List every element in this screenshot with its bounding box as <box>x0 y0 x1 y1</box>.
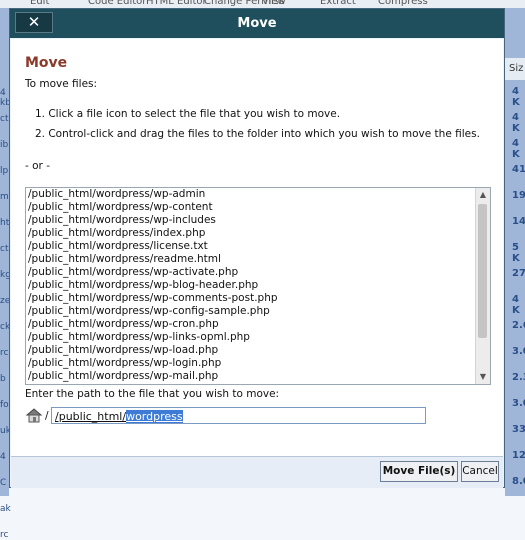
background-file-size: 3.0 <box>512 346 525 357</box>
background-file-name[interactable]: ct <box>0 244 8 254</box>
background-file-name[interactable]: ht <box>0 218 9 228</box>
background-file-size: 4 K <box>512 294 520 316</box>
background-file-size: 4 K <box>512 138 520 160</box>
file-list-item[interactable]: /public_html/wordpress/index.php <box>28 227 474 240</box>
home-icon[interactable] <box>25 406 43 424</box>
file-list-item[interactable]: /public_html/wordpress/wp-config-sample.… <box>28 305 474 318</box>
background-file-name[interactable]: rc <box>0 348 8 358</box>
file-list-item[interactable]: /public_html/wordpress/wp-mail.php <box>28 370 474 383</box>
file-list-scrollbar[interactable]: ▲ ▼ <box>475 188 490 384</box>
file-list-item[interactable]: /public_html/wordpress/wp-content <box>28 201 474 214</box>
dialog-heading: Move <box>25 55 68 71</box>
file-list[interactable]: /public_html/wordpress/wp-admin/public_h… <box>25 187 491 385</box>
cancel-button[interactable]: Cancel <box>461 461 499 482</box>
background-file-name[interactable]: 4 <box>0 452 6 462</box>
background-toolbar-item[interactable]: Code Editor <box>88 0 146 7</box>
scroll-down-arrow-icon[interactable]: ▼ <box>476 370 490 384</box>
file-list-item[interactable]: /public_html/wordpress/wp-cron.php <box>28 318 474 331</box>
path-root-slash: / <box>45 410 49 422</box>
dialog-title: Move <box>237 16 277 31</box>
background-toolbar-item[interactable]: View <box>262 0 286 7</box>
file-list-items: /public_html/wordpress/wp-admin/public_h… <box>28 188 474 384</box>
move-dialog: Move ✕ Move To move files: 1. Click a fi… <box>9 8 505 488</box>
background-file-size: 12 <box>512 450 525 461</box>
dialog-footer: Move File(s) Cancel <box>11 456 503 488</box>
background-file-name[interactable]: lp <box>0 166 8 176</box>
file-list-item[interactable]: /public_html/wordpress/wp-links-opml.php <box>28 331 474 344</box>
file-list-item[interactable]: /public_html/wordpress/wp-blog-header.ph… <box>28 279 474 292</box>
background-file-size: 4 K <box>512 86 520 108</box>
background-file-size: 33 <box>512 424 525 435</box>
instruction-step-2: 2. Control-click and drag the files to t… <box>35 128 480 140</box>
background-file-size: 2.3 <box>512 372 525 383</box>
background-size-column: Siz 4 K 4 K 4 K 41 19 14 5 K 27 4 K 2.6 3.0 2.3 3.0 3… <box>505 8 525 496</box>
path-input-selected: wordpress <box>126 410 183 423</box>
intro-text: To move files: <box>25 78 98 90</box>
background-file-name[interactable]: fo <box>0 400 9 410</box>
background-toolbar-item[interactable]: HTML Editor <box>146 0 207 7</box>
move-files-button[interactable]: Move File(s) <box>380 461 458 482</box>
background-file-size: 3.0 <box>512 398 525 409</box>
file-list-item[interactable]: /public_html/wordpress/wp-admin <box>28 188 474 201</box>
file-list-item[interactable]: /public_html/wordpress/wp-login.php <box>28 357 474 370</box>
background-file-size: 4 K <box>512 112 520 134</box>
path-input-base: /public_html/ <box>55 410 127 423</box>
background-file-size: 8.0 <box>512 476 525 487</box>
background-toolbar-item[interactable]: Edit <box>30 0 49 7</box>
background-file-size: 41 <box>512 164 525 175</box>
dialog-titlebar: Move ✕ <box>10 9 504 38</box>
background-file-size: 5 K <box>512 242 520 264</box>
size-column-header[interactable]: Siz <box>505 58 525 80</box>
background-file-name[interactable]: b <box>0 374 6 384</box>
file-list-item[interactable]: /public_html/wordpress/wp-load.php <box>28 344 474 357</box>
file-list-item[interactable]: /public_html/wordpress/wp-activate.php <box>28 266 474 279</box>
path-label: Enter the path to the file that you wish… <box>25 388 280 400</box>
scroll-up-arrow-icon[interactable]: ▲ <box>476 188 490 202</box>
dialog-content: Move To move files: 1. Click a file icon… <box>11 39 503 456</box>
file-list-item[interactable]: /public_html/wordpress/wp-comments-post.… <box>28 292 474 305</box>
background-file-size: 19 <box>512 190 525 201</box>
background-file-name[interactable]: ak <box>0 504 11 514</box>
background-toolbar-item[interactable]: Extract <box>320 0 356 7</box>
background-file-size: 27 <box>512 268 525 279</box>
background-file-list: 4 kb ctl ib lp me ht ct kg ze ck rc b fo uk 4 Cak rc <box>0 8 14 540</box>
background-file-name[interactable]: rc <box>0 530 8 540</box>
background-file-size: 2.6 <box>512 320 525 331</box>
file-list-item[interactable]: /public_html/wordpress/wp-includes <box>28 214 474 227</box>
file-list-item[interactable]: /public_html/wordpress/license.txt <box>28 240 474 253</box>
path-input[interactable]: /public_html/wordpress <box>51 407 426 424</box>
file-list-item[interactable]: /public_html/wordpress/readme.html <box>28 253 474 266</box>
file-list-item[interactable]: /public_html/wordpress/wp-settings.php <box>28 383 474 384</box>
scroll-thumb[interactable] <box>478 204 487 338</box>
close-button[interactable]: ✕ <box>15 12 53 33</box>
background-toolbar-item[interactable]: Compress <box>378 0 428 7</box>
background-file-name[interactable]: C <box>0 478 6 488</box>
background-file-name[interactable]: ib <box>0 140 8 150</box>
background-toolbar: Edit Code Editor HTML Editor Change Permiss… <box>0 0 525 8</box>
instruction-step-1: 1. Click a file icon to select the file … <box>35 108 341 120</box>
background-file-size: 14 <box>512 216 525 227</box>
or-separator: - or - <box>25 160 50 172</box>
